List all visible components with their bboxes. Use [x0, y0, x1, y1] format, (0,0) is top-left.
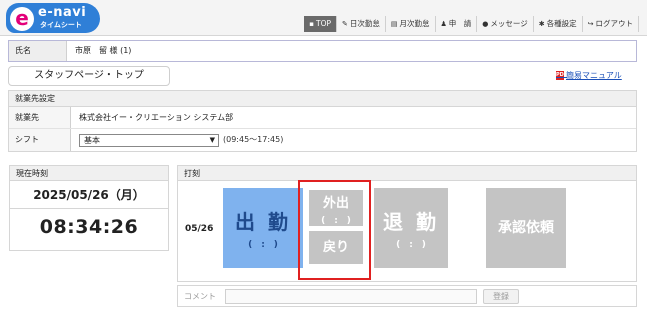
shift-label: シフト: [9, 129, 71, 151]
nav-item-request[interactable]: ♟ 申 請: [435, 16, 478, 32]
nav-item-monthly[interactable]: ▤ 月次勤怠: [385, 16, 436, 32]
nav-label: 各種設定: [546, 19, 577, 28]
approval-request-label: 承認依頼: [498, 220, 554, 236]
register-button[interactable]: 登録: [483, 289, 519, 304]
clock-in-label: 出 勤: [235, 210, 291, 234]
manual-link[interactable]: PDF 簡易マニュアル: [556, 70, 622, 81]
nav-label: 月次勤怠: [399, 19, 430, 28]
user-name-row: 氏名 市原 留 様 (1): [8, 40, 637, 62]
comment-input[interactable]: [225, 289, 477, 304]
main-nav: ▪ TOP ✎ 日次勤怠 ▤ 月次勤怠 ♟ 申 請 ● メッセージ ✱ 各種設定…: [304, 16, 639, 32]
logout-icon: ↪: [587, 20, 594, 28]
nav-label: メッセージ: [490, 19, 528, 28]
shift-row: シフト 基本 ▼ (09:45～17:45): [9, 129, 636, 151]
manual-link-label[interactable]: 簡易マニュアル: [566, 70, 622, 81]
shift-time: (09:45～17:45): [223, 135, 284, 144]
app-header: e e-navi タイムシート ▪ TOP ✎ 日次勤怠 ▤ 月次勤怠 ♟ 申 …: [0, 0, 647, 36]
current-time: 08:34:26: [39, 216, 139, 238]
clock-out-label: 退 勤: [383, 210, 439, 234]
user-name-label: 氏名: [9, 41, 67, 61]
logo-letter: e: [10, 7, 34, 31]
punch-panel: 打刻 05/26 出 勤 ( : ) 外出 ( : ) 戻り 退 勤 ( : )…: [177, 165, 637, 282]
approval-request-button[interactable]: 承認依頼: [486, 188, 566, 268]
comment-label: コメント: [184, 292, 216, 301]
shift-selected: 基本: [84, 135, 100, 145]
nav-item-top[interactable]: ▪ TOP: [304, 16, 337, 32]
employment-settings: 就業先設定 就業先 株式会社イー・クリエーション システム部 シフト 基本 ▼ …: [8, 90, 637, 152]
app-logo[interactable]: e e-navi タイムシート: [6, 3, 106, 33]
nav-label: 日次勤怠: [349, 19, 380, 28]
workplace-row: 就業先 株式会社イー・クリエーション システム部: [9, 107, 636, 129]
home-icon: ▪: [309, 20, 314, 28]
clock-out-time: ( : ): [396, 240, 426, 250]
user-name-value: 市原 留 様 (1): [75, 46, 132, 55]
message-icon: ●: [482, 20, 489, 28]
logo-name: e-navi: [38, 5, 87, 20]
nav-item-logout[interactable]: ↪ ログアウト: [582, 16, 639, 32]
punch-title: 打刻: [178, 166, 636, 181]
nav-item-daily[interactable]: ✎ 日次勤怠: [337, 16, 386, 32]
shift-value: 基本 ▼ (09:45～17:45): [71, 129, 283, 151]
gear-icon: ✱: [538, 20, 545, 28]
clock-in-time: ( : ): [248, 240, 278, 250]
current-time-title: 現在時刻: [10, 166, 168, 181]
staff-page-top-button[interactable]: スタッフページ・トップ: [8, 66, 170, 86]
employment-settings-title: 就業先設定: [9, 91, 636, 107]
current-date: 2025/05/26（月）: [33, 188, 145, 202]
nav-label: 申 請: [448, 19, 472, 28]
shift-select[interactable]: 基本 ▼: [79, 133, 219, 147]
chevron-down-icon: ▼: [209, 135, 215, 144]
pdf-icon: PDF: [556, 71, 568, 80]
clock-out-button[interactable]: 退 勤 ( : ): [374, 188, 448, 268]
pencil-icon: ✎: [342, 20, 348, 28]
current-time-panel: 現在時刻 2025/05/26（月） 08:34:26: [9, 165, 169, 251]
punch-date: 05/26: [185, 224, 214, 234]
workplace-value: 株式会社イー・クリエーション システム部: [79, 112, 234, 122]
calendar-icon: ▤: [390, 20, 398, 28]
user-icon: ♟: [440, 20, 447, 28]
highlight-box: [298, 180, 371, 280]
nav-label: TOP: [315, 19, 331, 28]
nav-item-message[interactable]: ● メッセージ: [477, 16, 534, 32]
workplace-label: 就業先: [9, 107, 71, 128]
nav-item-settings[interactable]: ✱ 各種設定: [533, 16, 583, 32]
logo-subtitle: タイムシート: [40, 21, 82, 29]
nav-label: ログアウト: [595, 19, 634, 28]
clock-in-button[interactable]: 出 勤 ( : ): [223, 188, 303, 268]
comment-row: コメント 登録: [177, 285, 637, 307]
